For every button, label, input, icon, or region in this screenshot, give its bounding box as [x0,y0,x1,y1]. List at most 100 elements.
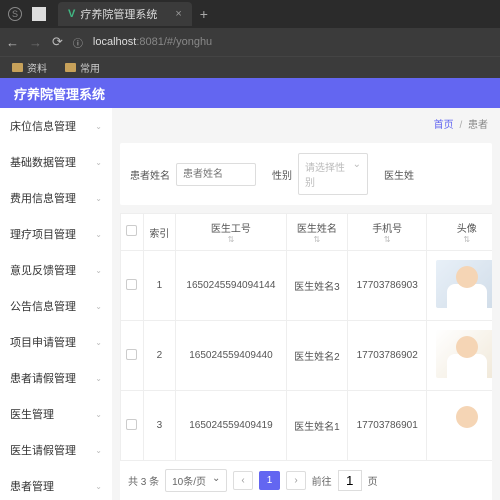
table-header[interactable]: 手机号⇅ [348,214,427,251]
sidebar-item-label: 患者请假管理 [10,370,76,386]
sidebar-item-label: 患者管理 [10,478,54,494]
cell-avatar [427,321,492,391]
sidebar-item-label: 理疗项目管理 [10,226,76,242]
table-row: 2165024559409440医生姓名217703786902a2 [121,321,493,391]
filter-gender-select[interactable]: 请选择性别⌄ [298,153,368,195]
goto-input[interactable] [338,470,362,491]
chevron-down-icon: ⌄ [95,374,102,383]
bookmark-item[interactable]: 常用 [65,60,100,75]
next-page-button[interactable]: › [286,471,305,490]
chevron-down-icon: ⌄ [95,338,102,347]
chevron-down-icon: ⌄ [95,482,102,491]
avatar-image [436,400,492,448]
new-tab-button[interactable]: + [200,6,208,22]
back-button[interactable]: ← [6,35,19,50]
sidebar-item-label: 项目申请管理 [10,334,76,350]
sidebar-item-label: 基础数据管理 [10,154,76,170]
chevron-down-icon: ⌄ [95,158,102,167]
url-text[interactable]: localhost:8081/#/yonghu [93,36,212,48]
table-header [121,214,144,251]
cell-docno: 165024559409419 [176,391,286,461]
sidebar-item[interactable]: 患者管理 ⌄ [0,468,112,500]
bookmarks-bar: 资料 常用 [0,56,500,78]
sidebar-item[interactable]: 意见反馈管理⌄ [0,252,112,288]
cell-docno: 1650245594094144 [176,251,286,321]
chevron-down-icon: ⌄ [95,194,102,203]
table-header[interactable]: 索引 [143,214,176,251]
close-tab-icon[interactable]: × [175,8,181,20]
cell-avatar [427,391,492,461]
chevron-down-icon: ⌄ [353,159,361,189]
sidebar-item[interactable]: 床位信息管理⌄ [0,108,112,144]
sidebar-item[interactable]: 患者请假管理 ⌄ [0,360,112,396]
sidebar-item[interactable]: 医生请假管理 ⌄ [0,432,112,468]
cell-index: 3 [143,391,176,461]
filter-name-input[interactable] [176,163,256,186]
cell-phone: 17703786902 [348,321,427,391]
sidebar-item[interactable]: 基础数据管理 ⌄ [0,144,112,180]
sidebar-item-label: 公告信息管理 [10,298,76,314]
cell-phone: 17703786901 [348,391,427,461]
avatar-image [436,260,492,308]
sidebar-item[interactable]: 理疗项目管理⌄ [0,216,112,252]
row-checkbox[interactable] [126,349,137,360]
sidebar: 床位信息管理⌄基础数据管理⌄费用信息管理⌄理疗项目管理⌄意见反馈管理⌄公告信息管… [0,108,112,500]
app-header: 疗养院管理系统 [0,78,500,108]
sort-icon: ⇅ [291,235,344,244]
breadcrumb-home[interactable]: 首页 [434,120,454,131]
sort-icon: ⇅ [431,235,492,244]
sidebar-item-label: 费用信息管理 [10,190,76,206]
chevron-down-icon: ⌄ [212,473,220,488]
breadcrumb-sep-icon: / [459,120,462,131]
forward-button[interactable]: → [29,35,42,50]
table-row: 3165024559409419医生姓名117703786901a1 [121,391,493,461]
cell-docname: 医生姓名1 [286,391,348,461]
browser-icon: S [8,7,22,21]
page-size-select[interactable]: 10条/页⌄ [165,469,227,492]
pagination-total: 共 3 条 [128,473,159,488]
row-checkbox[interactable] [126,419,137,430]
page-number-button[interactable]: 1 [259,471,281,490]
app-title: 疗养院管理系统 [14,84,105,103]
sidebar-item[interactable]: 医生管理 ⌄ [0,396,112,432]
data-table: 索引医生工号⇅医生姓名⇅手机号⇅头像⇅账户⇅ 11650245594094144… [120,213,492,461]
sidebar-item[interactable]: 项目申请管理 ⌄ [0,324,112,360]
select-all-checkbox[interactable] [126,225,137,236]
cell-index: 1 [143,251,176,321]
cell-avatar [427,251,492,321]
table-header[interactable]: 医生姓名⇅ [286,214,348,251]
sidebar-item-label: 医生请假管理 [10,442,76,458]
bookmark-item[interactable]: 资料 [12,60,47,75]
browser-tab[interactable]: V 疗养院管理系统 × [58,2,192,26]
sidebar-item[interactable]: 公告信息管理⌄ [0,288,112,324]
cell-index: 2 [143,321,176,391]
filter-name-label: 患者姓名 [130,167,170,182]
browser-tab-strip: S V 疗养院管理系统 × + [0,0,500,28]
browser-toolbar: ← → ⟳ ⓘ localhost:8081/#/yonghu [0,28,500,56]
breadcrumb: 首页 / 患者 [112,108,500,139]
filter-gender-label: 性别 [272,167,292,182]
table-header[interactable]: 医生工号⇅ [176,214,286,251]
row-checkbox[interactable] [126,279,137,290]
pagination: 共 3 条 10条/页⌄ ‹ 1 › 前往 页 [120,461,492,500]
site-info-icon[interactable]: ⓘ [73,35,83,50]
sidebar-item-label: 医生管理 [10,406,54,422]
tab-title: 疗养院管理系统 [80,6,157,22]
avatar-image [436,330,492,378]
prev-page-button[interactable]: ‹ [233,471,252,490]
table-header[interactable]: 头像⇅ [427,214,492,251]
reload-button[interactable]: ⟳ [52,34,63,50]
cell-phone: 17703786903 [348,251,427,321]
sort-icon: ⇅ [180,235,281,244]
chevron-down-icon: ⌄ [95,410,102,419]
browser-square-icon [32,7,46,21]
filter-doctor-label: 医生姓 [384,167,414,182]
cell-docname: 医生姓名2 [286,321,348,391]
page-suffix: 页 [368,473,378,488]
goto-label: 前往 [312,473,332,488]
filter-bar: 患者姓名 性别 请选择性别⌄ 医生姓 [120,143,492,205]
chevron-down-icon: ⌄ [95,446,102,455]
sidebar-item[interactable]: 费用信息管理 ⌄ [0,180,112,216]
chevron-down-icon: ⌄ [95,122,102,131]
vue-icon: V [68,8,75,20]
